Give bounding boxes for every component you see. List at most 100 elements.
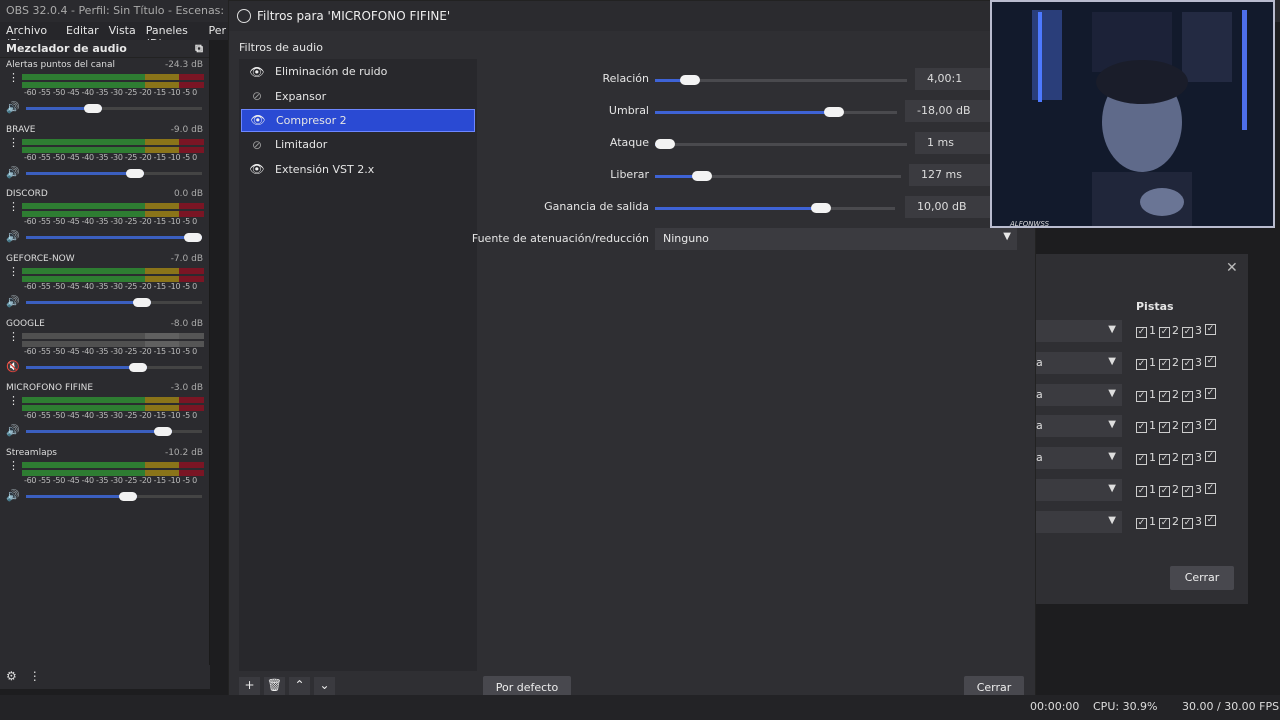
speaker-icon[interactable]: 🔊 xyxy=(6,230,20,243)
checkbox-checked-icon[interactable]: ✓ xyxy=(1205,514,1216,526)
volume-knob[interactable] xyxy=(132,298,151,308)
close-icon[interactable]: ✕ xyxy=(1226,260,1238,276)
volume-knob[interactable] xyxy=(129,362,148,372)
track-row: a ▼ ✓ 1 ✓ 2 ✓ 3 ✓ xyxy=(1036,351,1246,374)
property-slider[interactable] xyxy=(655,75,907,85)
track-checkbox[interactable]: ✓ 3 xyxy=(1182,451,1202,466)
meter-yellow xyxy=(145,268,179,275)
menu-vista[interactable]: Vista xyxy=(109,24,136,38)
menu-archivo[interactable]: Archivo (F) xyxy=(6,24,56,50)
track-checkbox[interactable]: ✓ 2 xyxy=(1159,324,1179,338)
eye-icon[interactable]: 👁 xyxy=(249,162,265,176)
undock-icon[interactable]: ⧉ xyxy=(195,42,203,55)
volume-slider[interactable] xyxy=(26,362,202,372)
move-up-chevron-icon[interactable]: ⌃ xyxy=(289,677,310,695)
channel-menu-icon[interactable]: ⋮ xyxy=(8,201,19,212)
menu-perfil[interactable]: Per xyxy=(208,24,226,38)
track-checkbox[interactable]: ✓ 3 xyxy=(1182,356,1202,370)
track-row-select[interactable]: a ▼ xyxy=(1036,415,1122,438)
slider-knob[interactable] xyxy=(691,171,712,181)
track-number: 2 xyxy=(1172,483,1179,496)
speaker-icon[interactable]: 🔊 xyxy=(6,489,20,502)
property-slider[interactable] xyxy=(655,203,895,213)
property-slider[interactable] xyxy=(655,107,897,117)
eye-icon[interactable]: 👁 xyxy=(250,113,266,127)
slider-knob[interactable] xyxy=(811,203,831,213)
channel-menu-icon[interactable]: ⋮ xyxy=(8,72,19,83)
speaker-muted-icon[interactable]: 🔇 xyxy=(6,360,20,373)
channel-menu-icon[interactable]: ⋮ xyxy=(8,137,19,148)
channel-menu-icon[interactable]: ⋮ xyxy=(8,266,19,277)
tracks-close-button[interactable]: Cerrar xyxy=(1170,566,1234,590)
checkbox-checked-icon[interactable]: ✓ xyxy=(1205,355,1216,367)
track-checkbox[interactable]: ✓ 2 xyxy=(1159,515,1179,529)
mixer-menu-icon[interactable]: ⋮ xyxy=(29,669,41,685)
window-title: OBS 32.0.4 - Perfil: Sin Título - Escena… xyxy=(6,4,242,17)
filters-dialog-title-bar: Filtros para 'MICROFONO FIFINE' xyxy=(229,1,1035,31)
track-checkbox[interactable]: ✓ 1 xyxy=(1136,356,1156,370)
checkbox-checked-icon[interactable]: ✓ xyxy=(1205,419,1216,431)
speaker-icon[interactable]: 🔊 xyxy=(6,166,20,179)
volume-slider[interactable] xyxy=(26,492,202,502)
eye-off-icon[interactable]: ⊘ xyxy=(249,138,265,152)
speaker-icon[interactable]: 🔊 xyxy=(6,101,20,114)
sidechain-select[interactable]: Ninguno ▼ xyxy=(655,228,1017,250)
track-checkbox[interactable]: ✓ 1 xyxy=(1136,419,1156,434)
eye-icon[interactable]: 👁 xyxy=(249,65,265,79)
track-checkbox[interactable]: ✓ 1 xyxy=(1136,451,1156,466)
volume-knob[interactable] xyxy=(118,492,137,502)
track-checkbox[interactable]: ✓ 1 xyxy=(1136,388,1156,402)
slider-knob[interactable] xyxy=(655,139,675,149)
volume-slider[interactable] xyxy=(26,233,202,243)
volume-slider[interactable] xyxy=(26,168,202,178)
track-checkbox[interactable]: ✓ 3 xyxy=(1182,388,1202,402)
slider-knob[interactable] xyxy=(680,75,701,85)
remove-filter-trash-icon[interactable]: 🗑 xyxy=(264,677,285,695)
volume-slider[interactable] xyxy=(26,298,202,308)
speaker-icon[interactable]: 🔊 xyxy=(6,424,20,437)
track-checkbox[interactable]: ✓ 3 xyxy=(1182,419,1202,434)
volume-slider[interactable] xyxy=(26,104,202,113)
track-checkbox[interactable]: ✓ 3 xyxy=(1182,515,1202,529)
volume-slider[interactable] xyxy=(26,427,202,437)
track-row-select[interactable]: ▼ xyxy=(1036,510,1122,533)
track-checkbox[interactable]: ✓ 2 xyxy=(1159,388,1179,402)
volume-knob[interactable] xyxy=(184,233,202,243)
filter-list: 👁 Eliminación de ruido ⊘ Expansor 👁 Compresor… xyxy=(239,59,477,671)
add-filter-plus-icon[interactable]: + xyxy=(239,677,260,695)
track-checkbox[interactable]: ✓ 1 xyxy=(1136,483,1156,497)
track-checkbox[interactable]: ✓ 2 xyxy=(1159,419,1179,434)
property-slider[interactable] xyxy=(655,139,907,149)
track-row-select[interactable]: a ▼ xyxy=(1036,383,1122,406)
checkbox-checked-icon[interactable]: ✓ xyxy=(1205,387,1216,399)
track-row-select[interactable]: ▼ xyxy=(1036,320,1122,342)
eye-off-icon[interactable]: ⊘ xyxy=(249,89,265,103)
track-checkbox[interactable]: ✓ 3 xyxy=(1182,324,1202,338)
checkbox-checked-icon[interactable]: ✓ xyxy=(1205,483,1216,494)
move-down-chevron-icon[interactable]: ⌄ xyxy=(314,677,335,695)
checkbox-checked-icon[interactable]: ✓ xyxy=(1205,451,1216,463)
volume-knob[interactable] xyxy=(125,168,144,178)
channel-menu-icon[interactable]: ⋮ xyxy=(8,460,19,471)
menu-editar[interactable]: Editar xyxy=(66,24,99,38)
property-slider[interactable] xyxy=(655,171,901,181)
track-row-select[interactable]: a ▼ xyxy=(1036,351,1122,374)
track-row-select[interactable]: a ▼ xyxy=(1036,447,1122,470)
track-checkbox[interactable]: ✓ 1 xyxy=(1136,324,1156,338)
slider-knob[interactable] xyxy=(824,107,845,117)
volume-knob[interactable] xyxy=(154,427,173,437)
volume-knob[interactable] xyxy=(83,104,102,113)
channel-menu-icon[interactable]: ⋮ xyxy=(8,331,19,342)
track-checkbox[interactable]: ✓ 1 xyxy=(1136,515,1156,529)
checkbox-checked-icon[interactable]: ✓ xyxy=(1205,324,1216,335)
meter-green xyxy=(22,268,145,275)
menu-paneles[interactable]: Paneles (D) xyxy=(146,24,199,50)
track-checkbox[interactable]: ✓ 3 xyxy=(1182,483,1202,497)
track-checkbox[interactable]: ✓ 2 xyxy=(1159,451,1179,466)
speaker-icon[interactable]: 🔊 xyxy=(6,295,20,308)
track-row-select[interactable]: ▼ xyxy=(1036,479,1122,501)
track-checkbox[interactable]: ✓ 2 xyxy=(1159,483,1179,497)
advanced-audio-gear-icon[interactable]: ⚙ xyxy=(6,669,17,685)
channel-menu-icon[interactable]: ⋮ xyxy=(8,395,19,406)
track-checkbox[interactable]: ✓ 2 xyxy=(1159,356,1179,370)
